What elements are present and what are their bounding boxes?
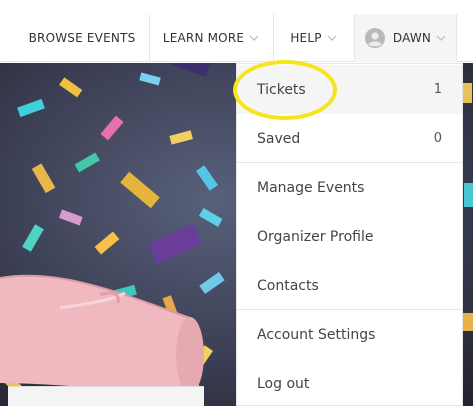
nav-learn-more[interactable]: LEARN MORE bbox=[149, 14, 272, 62]
menu-item-label: Tickets bbox=[257, 81, 306, 98]
menu-item-tickets[interactable]: Tickets 1 bbox=[237, 65, 462, 114]
menu-item-manage-events[interactable]: Manage Events bbox=[237, 163, 462, 212]
menu-item-label: Account Settings bbox=[257, 326, 376, 343]
nav-help[interactable]: HELP bbox=[273, 14, 353, 62]
menu-item-label: Saved bbox=[257, 130, 301, 147]
chevron-down-icon bbox=[249, 35, 259, 41]
nav-browse-label: BROWSE EVENTS bbox=[28, 31, 136, 45]
chevron-down-icon bbox=[327, 35, 337, 41]
menu-item-contacts[interactable]: Contacts bbox=[237, 261, 462, 310]
nav-help-label: HELP bbox=[290, 31, 322, 45]
nav-user-menu[interactable]: DAWN bbox=[354, 14, 457, 62]
user-dropdown-menu: Tickets 1 Saved 0 Manage Events Organize… bbox=[236, 63, 463, 406]
menu-item-label: Organizer Profile bbox=[257, 228, 374, 245]
chevron-down-icon bbox=[436, 35, 446, 41]
nav-user-label: DAWN bbox=[392, 31, 432, 45]
content-card-edge bbox=[8, 386, 204, 406]
nav-browse-events[interactable]: BROWSE EVENTS bbox=[16, 14, 148, 62]
menu-item-account-settings[interactable]: Account Settings bbox=[237, 310, 462, 359]
nav-learn-label: LEARN MORE bbox=[162, 31, 245, 45]
menu-item-log-out[interactable]: Log out bbox=[237, 359, 462, 406]
menu-item-label: Manage Events bbox=[257, 179, 365, 196]
top-navigation: BROWSE EVENTS LEARN MORE HELP DAWN bbox=[0, 0, 473, 62]
menu-item-label: Log out bbox=[257, 375, 310, 392]
tickets-count: 1 bbox=[433, 82, 442, 97]
menu-item-saved[interactable]: Saved 0 bbox=[237, 114, 462, 163]
menu-item-label: Contacts bbox=[257, 277, 319, 294]
menu-item-organizer-profile[interactable]: Organizer Profile bbox=[237, 212, 462, 261]
saved-count: 0 bbox=[433, 131, 442, 146]
user-avatar-icon bbox=[364, 28, 385, 48]
